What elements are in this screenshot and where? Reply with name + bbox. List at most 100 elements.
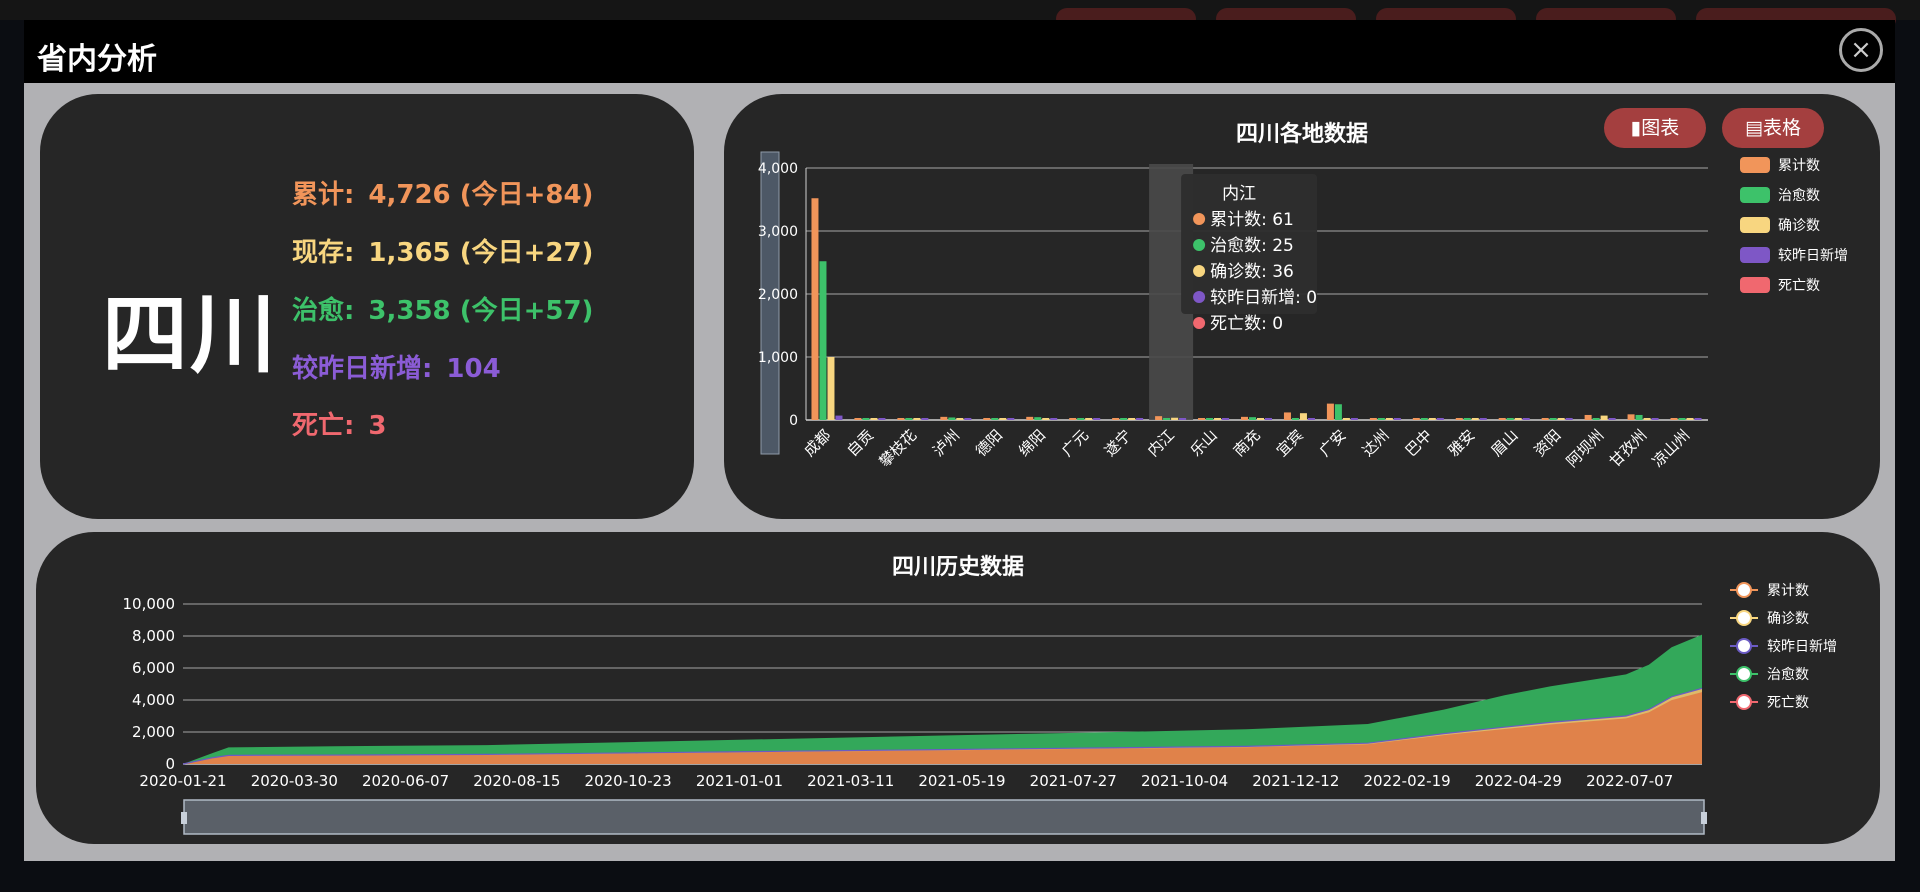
background-dashboard (0, 0, 1920, 30)
bar-累计数 (1584, 414, 1592, 420)
tooltip-line: 死亡数: 0 (1210, 314, 1283, 334)
legend-marker (1736, 666, 1752, 682)
bar-较昨日新增 (1093, 418, 1101, 420)
bar-确诊数 (1686, 418, 1694, 420)
bar-确诊数 (870, 418, 878, 420)
stat-new: 较昨日新增: 104 (292, 348, 501, 385)
bar-治愈数 (1635, 414, 1643, 420)
tooltip-marker (1193, 213, 1206, 225)
bar-累计数 (1155, 416, 1163, 420)
close-icon: × (1850, 35, 1872, 65)
zoom-handle-left (181, 812, 187, 824)
x-tick-label: 2021-03-11 (807, 772, 894, 790)
x-tick-label: 2020-08-15 (473, 772, 560, 790)
bar-较昨日新增 (1222, 418, 1230, 420)
x-tick-label: 2020-03-30 (251, 772, 338, 790)
bar-确诊数 (1514, 418, 1522, 420)
bar-累计数 (1541, 418, 1549, 420)
bar-累计数 (1241, 416, 1248, 420)
legend-swatch (1740, 277, 1770, 293)
stat-value: 3 (368, 411, 387, 441)
legend-label: 较昨日新增 (1767, 639, 1837, 655)
x-tick-label: 2021-05-19 (918, 772, 1005, 790)
legend-swatch (1740, 157, 1770, 173)
bar-确诊数 (1299, 413, 1307, 420)
x-tick-label: 广安 (1316, 426, 1350, 460)
bar-治愈数 (1678, 418, 1686, 420)
x-tick-label: 成都 (800, 426, 834, 460)
bar-累计数 (1026, 416, 1034, 420)
bar-较昨日新增 (1050, 418, 1058, 420)
bar-确诊数 (956, 418, 964, 420)
x-tick-label: 内江 (1144, 426, 1178, 460)
y-tick-label: 1,000 (758, 350, 798, 366)
legend-label: 较昨日新增 (1778, 248, 1848, 264)
bar-确诊数 (913, 418, 921, 420)
bar-确诊数 (999, 418, 1007, 420)
x-tick-label: 2020-01-21 (139, 772, 226, 790)
y-tick-label: 0 (165, 755, 175, 773)
bar-较昨日新增 (1565, 418, 1573, 420)
x-tick-label: 遂宁 (1101, 426, 1135, 460)
tooltip-line: 治愈数: 25 (1210, 236, 1294, 256)
y-tick-label: 10,000 (123, 595, 176, 613)
bar-治愈数 (905, 418, 913, 420)
stat-value: 3,358 (今日+57) (368, 296, 594, 326)
y-tick-label: 2,000 (758, 287, 798, 303)
x-tick-label: 雅安 (1445, 426, 1479, 460)
x-tick-label: 绵阳 (1015, 426, 1049, 460)
y-tick-label: 3,000 (758, 224, 798, 240)
bar-较昨日新增 (921, 418, 929, 420)
city-bar-chart: 01,0002,0003,0004,000成都 自贡攀枝花 泸州 德阳 绵阳 广元 遂宁 内江… (758, 151, 1848, 471)
legend-label: 累计数 (1778, 158, 1820, 174)
bar-累计数 (1412, 418, 1420, 420)
x-tick-label: 泸州 (929, 426, 963, 460)
zoom-handle-right (1701, 812, 1707, 824)
stat-value: 4,726 (今日+84) (368, 180, 594, 210)
bar-确诊数 (1600, 415, 1608, 420)
bar-较昨日新增 (1007, 418, 1015, 420)
bar-较昨日新增 (1479, 418, 1487, 420)
legend-swatch (1740, 217, 1770, 233)
bar-确诊数 (1042, 418, 1050, 420)
bar-确诊数 (1214, 418, 1222, 420)
bar-较昨日新增 (1522, 418, 1530, 420)
legend-label: 确诊数 (1767, 611, 1809, 627)
bar-较昨日新增 (1436, 418, 1444, 420)
bar-治愈数 (991, 418, 999, 420)
bar-累计数 (1627, 414, 1635, 420)
bar-治愈数 (1291, 418, 1299, 420)
bar-较昨日新增 (878, 418, 886, 420)
y-tick-label: 4,000 (132, 691, 175, 709)
legend-swatch (1740, 247, 1770, 263)
close-button[interactable]: × (1839, 28, 1883, 72)
history-area-chart: 0 2,000 4,000 6,000 8,000 10,000 2020-01-21 202… (123, 582, 1837, 835)
bar-累计数 (1283, 412, 1291, 420)
bar-累计数 (1112, 418, 1120, 420)
tooltip-marker (1193, 317, 1206, 329)
bar-治愈数 (948, 417, 956, 420)
legend-marker (1736, 694, 1752, 710)
bar-较昨日新增 (1393, 418, 1401, 420)
tooltip-marker (1193, 291, 1206, 303)
history-chart-panel: 四川历史数据 0 2,000 4,000 6,000 8,000 10,000 2020-0… (36, 532, 1880, 844)
bar-治愈数 (1077, 418, 1085, 420)
bar-累计数 (897, 418, 905, 420)
stat-label: 现存: (292, 238, 355, 268)
legend-swatch (1740, 187, 1770, 203)
tooltip-line: 确诊数: 36 (1210, 262, 1294, 282)
bar-累计数 (854, 418, 862, 420)
bar-较昨日新增 (835, 415, 843, 420)
province-name: 四川 (102, 285, 278, 385)
bar-累计数 (1069, 418, 1077, 420)
bar-累计数 (1670, 418, 1678, 420)
y-tick-label: 4,000 (758, 161, 798, 177)
tooltip-marker (1193, 239, 1206, 251)
legend-marker (1736, 638, 1752, 654)
bar-确诊数 (1342, 418, 1350, 420)
bar-较昨日新增 (1608, 418, 1616, 420)
bar-累计数 (1198, 418, 1206, 420)
stat-label: 较昨日新增: (292, 354, 433, 384)
bar-累计数 (1455, 418, 1463, 420)
x-tick-label: 乐山 (1187, 426, 1221, 460)
